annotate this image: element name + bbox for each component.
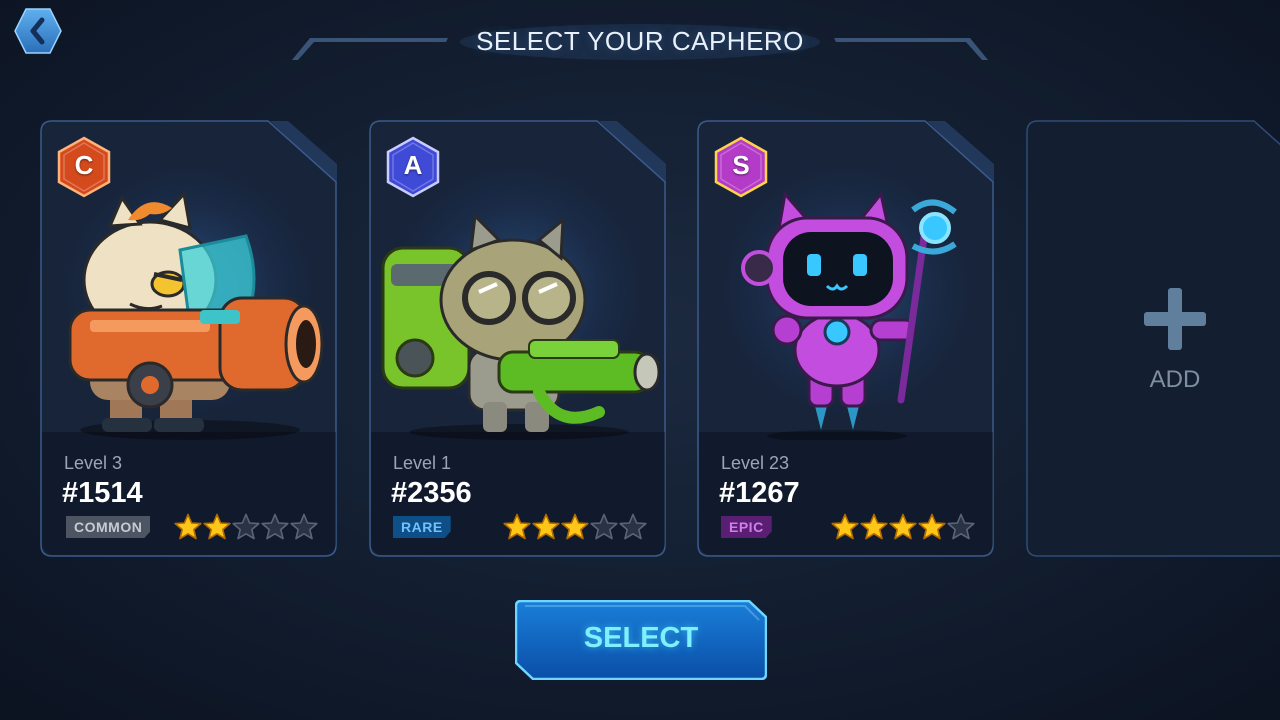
robot-cat-staff-hero-icon xyxy=(707,180,987,442)
rarity-badge: EPIC xyxy=(721,516,772,538)
back-button-hex xyxy=(14,8,62,54)
star-filled-icon xyxy=(503,513,531,540)
hero-level: Level 23 xyxy=(721,453,790,473)
star-filled-icon xyxy=(532,513,560,540)
star-rating xyxy=(503,513,647,541)
hero-id: #1267 xyxy=(719,477,800,509)
rarity-badge: COMMON xyxy=(66,516,150,538)
select-button-label: SELECT xyxy=(583,622,699,654)
armored-cat-cannon-hero-icon xyxy=(50,180,330,440)
star-empty-icon xyxy=(290,513,318,540)
back-button[interactable] xyxy=(14,8,62,54)
star-filled-icon xyxy=(889,513,917,540)
tier-letter: S xyxy=(732,150,750,180)
hero-level: Level 1 xyxy=(393,453,452,473)
star-filled-icon xyxy=(860,513,888,540)
star-empty-icon xyxy=(947,513,975,540)
tier-badge: A xyxy=(385,136,441,198)
star-rating xyxy=(831,513,975,541)
star-empty-icon xyxy=(590,513,618,540)
hero-card-2[interactable]: A Level 1 #2356 RARE xyxy=(369,120,667,557)
hero-level: Level 3 xyxy=(64,453,123,473)
star-filled-icon xyxy=(918,513,946,540)
tier-badge: C xyxy=(56,136,112,198)
star-filled-icon xyxy=(174,513,202,540)
select-button[interactable]: SELECT xyxy=(515,600,767,680)
rarity-badge: RARE xyxy=(393,516,451,538)
star-filled-icon xyxy=(561,513,589,540)
add-label: ADD xyxy=(1149,366,1201,393)
plus-icon xyxy=(1144,288,1206,350)
star-filled-icon xyxy=(203,513,231,540)
star-empty-icon xyxy=(619,513,647,540)
star-filled-icon xyxy=(831,513,859,540)
hero-card-3[interactable]: S Level 23 #1267 EPIC xyxy=(697,120,995,557)
hero-id: #2356 xyxy=(391,477,472,509)
star-empty-icon xyxy=(232,513,260,540)
hero-id: #1514 xyxy=(62,477,143,509)
hero-card-1[interactable]: C Level 3 #1514 COMMON xyxy=(40,120,338,557)
tier-letter: A xyxy=(403,150,423,180)
tier-badge: S xyxy=(713,136,769,198)
tier-letter: C xyxy=(74,150,94,180)
page-header: SELECT YOUR CAPHERO xyxy=(288,20,992,64)
page-title: SELECT YOUR CAPHERO xyxy=(476,26,804,56)
gasmask-cat-blaster-hero-icon xyxy=(379,180,661,440)
star-empty-icon xyxy=(261,513,289,540)
star-rating xyxy=(174,513,318,541)
add-hero-card[interactable]: ADD xyxy=(1026,120,1280,557)
